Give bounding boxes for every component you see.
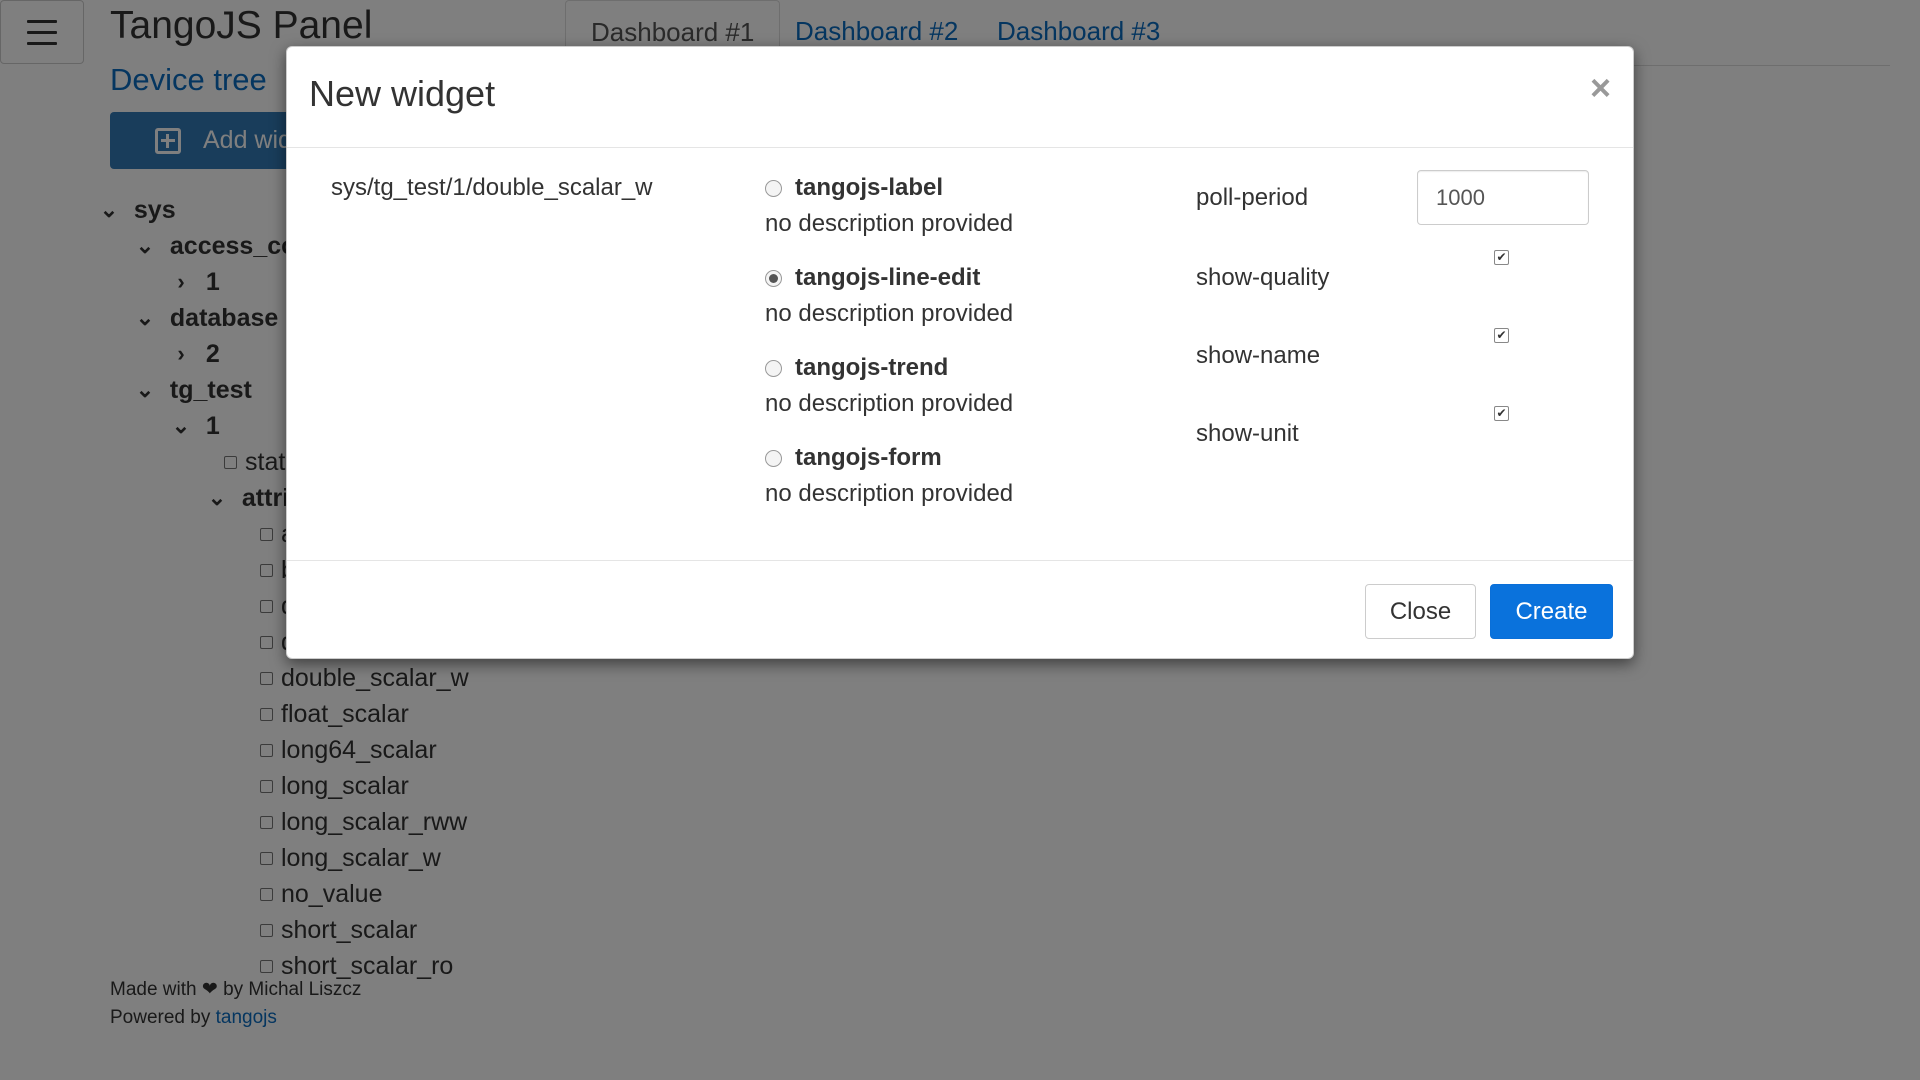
show-name-checkbox[interactable]: ✔: [1494, 328, 1509, 343]
close-icon[interactable]: ×: [1590, 67, 1611, 109]
poll-period-label: poll-period: [1196, 184, 1309, 211]
show-unit-checkbox[interactable]: ✔: [1494, 406, 1509, 421]
show-unit-label: show-unit: [1196, 420, 1299, 447]
radio-button-selected[interactable]: [765, 270, 782, 287]
show-quality-label: show-quality: [1196, 264, 1330, 291]
radio-button[interactable]: [765, 360, 782, 377]
radio-button[interactable]: [765, 450, 782, 467]
close-button[interactable]: Close: [1365, 584, 1476, 639]
widget-description: no description provided: [765, 480, 1014, 507]
widget-description: no description provided: [765, 210, 1014, 237]
widget-name: tangojs-label: [795, 174, 944, 201]
modal-body: sys/tg_test/1/double_scalar_w tangojs-la…: [287, 148, 1633, 561]
widget-description: no description provided: [765, 300, 1014, 327]
show-name-label: show-name: [1196, 342, 1321, 369]
widget-description: no description provided: [765, 390, 1014, 417]
widget-name: tangojs-form: [795, 444, 942, 471]
poll-period-input[interactable]: [1417, 170, 1589, 225]
modal-header: New widget ×: [287, 47, 1633, 148]
attribute-name: sys/tg_test/1/double_scalar_w: [331, 174, 653, 201]
new-widget-dialog: New widget × sys/tg_test/1/double_scalar…: [286, 46, 1634, 659]
show-quality-checkbox[interactable]: ✔: [1494, 250, 1509, 265]
modal-title: New widget: [309, 73, 496, 114]
modal-footer: Close Create: [287, 561, 1633, 660]
radio-button[interactable]: [765, 180, 782, 197]
widget-name: tangojs-line-edit: [795, 264, 981, 291]
widget-name: tangojs-trend: [795, 354, 949, 381]
create-button[interactable]: Create: [1490, 584, 1613, 639]
